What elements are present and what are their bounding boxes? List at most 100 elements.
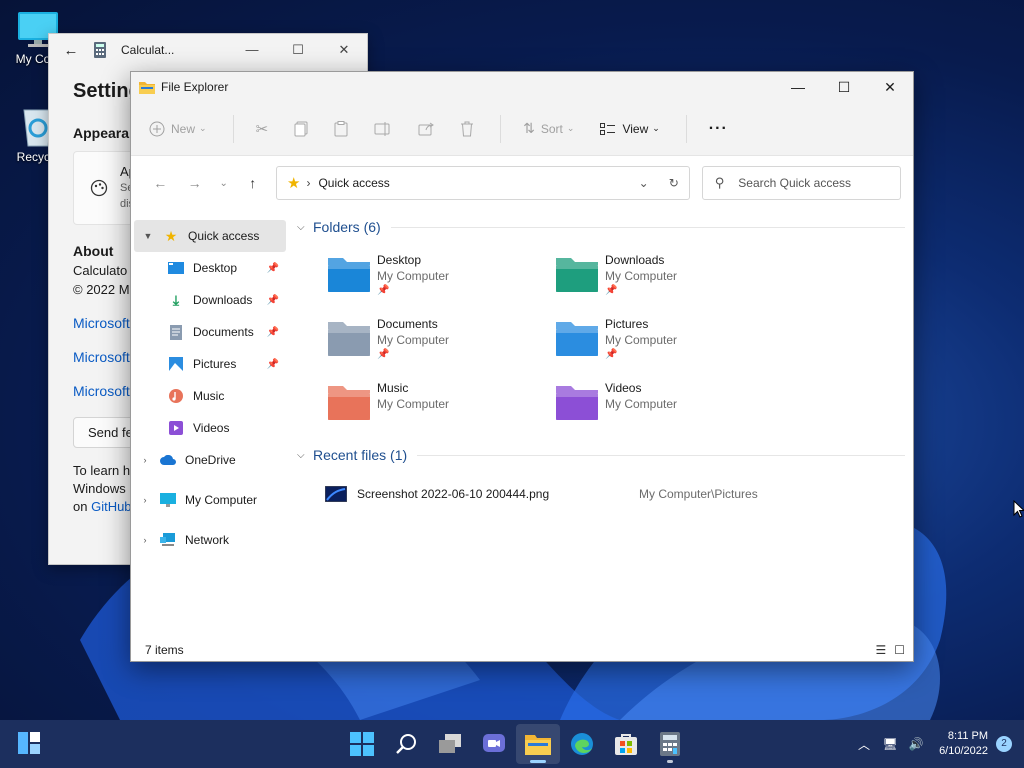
cut-button[interactable]: ✂	[256, 120, 269, 138]
folder-name: Pictures	[605, 317, 649, 331]
close-button[interactable]: ✕	[867, 72, 913, 102]
maximize-button[interactable]: ☐	[275, 42, 321, 58]
taskbar: ︿ 🖥 🔊 8:11 PM 6/10/2022 2	[0, 720, 1024, 768]
folder-tile[interactable]: Videos My Computer	[555, 374, 783, 438]
share-button[interactable]	[418, 122, 435, 136]
store-button[interactable]	[604, 724, 648, 764]
folder-icon	[139, 82, 155, 94]
start-button[interactable]	[340, 724, 384, 764]
address-bar[interactable]: ★ › Quick access ⌄ ↻	[275, 166, 690, 200]
folder-location: My Computer	[377, 269, 450, 283]
edge-button[interactable]	[560, 724, 604, 764]
sort-button[interactable]: ⇅ Sort ⌄	[523, 120, 574, 137]
calculator-window-title: Calculat...	[121, 43, 175, 57]
nav-item-label: Documents	[193, 325, 254, 339]
back-arrow-icon[interactable]: ←	[49, 42, 93, 59]
copy-icon	[294, 121, 308, 136]
downloads-folder-icon	[556, 258, 598, 292]
chat-button[interactable]	[472, 724, 516, 764]
pin-icon: 📌	[377, 285, 390, 296]
nav-item-onedrive[interactable]: › OneDrive	[131, 444, 289, 476]
minimize-button[interactable]: —	[775, 72, 821, 102]
folder-tile[interactable]: Desktop My Computer 📌	[327, 246, 555, 310]
nav-item-label: Music	[193, 389, 225, 403]
folder-tile[interactable]: Pictures My Computer 📌	[555, 310, 783, 374]
chevron-up-icon[interactable]: ︿	[851, 736, 877, 753]
divider	[685, 114, 687, 143]
nav-item-pictures[interactable]: Pictures 📌	[131, 348, 289, 380]
pictures-folder-icon	[556, 322, 598, 356]
recent-file-path: My Computer\Pictures	[639, 487, 758, 501]
taskbar-search-button[interactable]	[384, 724, 428, 764]
folder-tile[interactable]: Music My Computer	[327, 374, 555, 438]
view-label: View	[622, 121, 649, 136]
up-button[interactable]: ↑	[236, 175, 270, 191]
task-view-button[interactable]	[428, 724, 472, 764]
nav-item-documents[interactable]: Documents 📌	[131, 316, 289, 348]
more-options-button[interactable]: ···	[709, 120, 728, 138]
new-button[interactable]: New ⌄	[149, 121, 207, 137]
breadcrumb-chevron-icon: ›	[306, 176, 311, 190]
command-bar: New ⌄ ✂ ⇅ Sort ⌄ View ⌄ ···	[131, 102, 913, 156]
notification-badge[interactable]: 2	[996, 736, 1012, 752]
widgets-button[interactable]	[18, 732, 40, 757]
recent-files-section-header[interactable]: ⌵ Recent files (1)	[297, 438, 905, 472]
nav-item-desktop[interactable]: Desktop 📌	[131, 252, 289, 284]
calculator-icon	[660, 732, 680, 756]
calculator-button[interactable]	[648, 724, 692, 764]
search-icon: ⚲	[714, 175, 725, 190]
nav-item-my-computer[interactable]: › My Computer	[131, 484, 289, 516]
nav-item-downloads[interactable]: ⤓ Downloads 📌	[131, 284, 289, 316]
task-view-icon	[439, 734, 461, 753]
back-button[interactable]: ←	[143, 175, 177, 191]
view-button[interactable]: View ⌄	[600, 121, 660, 136]
recent-locations-button[interactable]: ⌄	[212, 178, 236, 189]
folder-tile[interactable]: Downloads My Computer 📌	[555, 246, 783, 310]
search-input[interactable]: ⚲ Search Quick access	[701, 166, 901, 200]
nav-item-network[interactable]: › Network	[131, 524, 289, 556]
pin-icon: 📌	[266, 294, 279, 306]
tiles-view-icon[interactable]: ☐	[894, 643, 905, 657]
star-icon: ★	[286, 175, 301, 192]
close-button[interactable]: ✕	[321, 42, 367, 58]
folders-section-header[interactable]: ⌵ Folders (6)	[297, 210, 905, 244]
refresh-icon[interactable]: ↻	[669, 176, 679, 190]
chevron-down-icon[interactable]: ▼	[134, 231, 162, 241]
rename-button[interactable]	[374, 121, 392, 136]
folder-location: My Computer	[605, 269, 678, 283]
forward-button[interactable]: →	[177, 175, 211, 191]
chevron-right-icon[interactable]: ›	[131, 535, 159, 545]
maximize-button[interactable]: ☐	[821, 72, 867, 102]
folder-name: Music	[377, 381, 409, 395]
network-tray-icon[interactable]: 🖥	[877, 737, 903, 751]
nav-item-music[interactable]: Music	[131, 380, 289, 412]
folder-tile[interactable]: Documents My Computer 📌	[327, 310, 555, 374]
volume-icon[interactable]: 🔊	[903, 737, 929, 751]
nav-item-quick-access[interactable]: ▼ ★ Quick access	[134, 220, 286, 252]
chevron-down-icon: ⌄	[566, 123, 575, 133]
address-dropdown-icon[interactable]: ⌄	[639, 176, 649, 190]
recent-file-row[interactable]: Screenshot 2022-06-10 200444.png My Comp…	[297, 478, 905, 510]
documents-folder-icon	[328, 322, 370, 356]
nav-item-videos[interactable]: Videos	[131, 412, 289, 444]
clock[interactable]: 8:11 PM 6/10/2022	[939, 729, 988, 759]
file-explorer-taskbar-button[interactable]	[516, 724, 560, 764]
folder-grid: Desktop My Computer 📌 Downloads My Computer 📌…	[297, 246, 905, 438]
github-link[interactable]: GitHub	[91, 499, 131, 514]
scissors-icon: ✂	[255, 120, 269, 138]
paste-button[interactable]	[334, 120, 348, 137]
start-icon	[350, 732, 374, 756]
details-view-icon[interactable]: ☰	[875, 643, 886, 657]
chevron-right-icon[interactable]: ›	[131, 455, 159, 465]
clipboard-icon	[334, 120, 348, 136]
chevron-right-icon[interactable]: ›	[131, 495, 159, 505]
copy-button[interactable]	[294, 121, 308, 137]
music-icon	[167, 388, 185, 404]
delete-button[interactable]	[460, 121, 474, 137]
folders-header-label: Folders (6)	[313, 219, 381, 235]
download-icon: ⤓	[172, 291, 180, 308]
pin-icon: 📌	[377, 349, 390, 360]
mouse-cursor-icon	[1013, 500, 1024, 518]
active-indicator	[530, 760, 546, 763]
minimize-button[interactable]: —	[229, 42, 275, 58]
